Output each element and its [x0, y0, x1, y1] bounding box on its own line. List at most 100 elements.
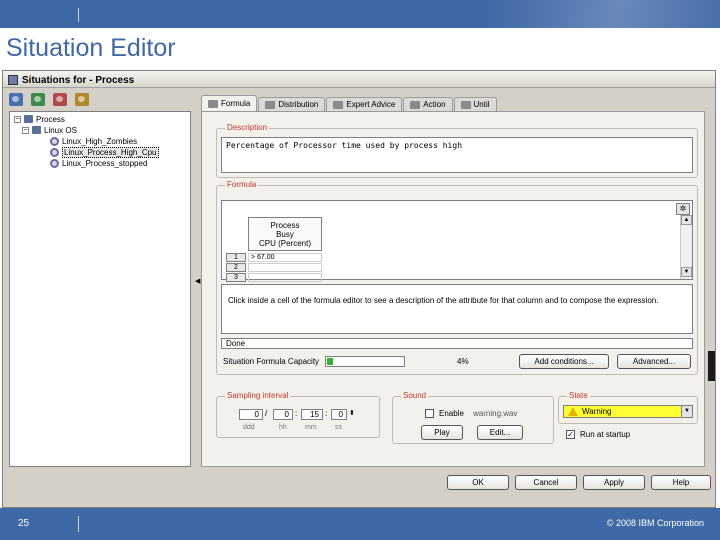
- tree-node-group[interactable]: − Linux OS: [22, 125, 77, 135]
- formula-cell[interactable]: > 67.00: [248, 253, 322, 262]
- sampling-minutes-input[interactable]: 15: [301, 409, 323, 420]
- advanced-button[interactable]: Advanced...: [617, 354, 691, 369]
- capacity-meter: [325, 356, 406, 367]
- tree-item-linux-process-high-cpu[interactable]: Linux_Process_High_Cpu: [50, 146, 159, 158]
- state-value: Warning: [582, 406, 612, 416]
- attribute-picker-icon[interactable]: ✲: [676, 203, 690, 215]
- group-label: Sound: [401, 391, 429, 400]
- apply-button[interactable]: Apply: [583, 475, 645, 490]
- run-at-startup-label: Run at startup: [580, 430, 631, 439]
- new-situation-icon[interactable]: [9, 93, 23, 106]
- separator: /: [265, 409, 268, 418]
- column-header[interactable]: Process Busy CPU (Percent): [248, 217, 322, 251]
- formula-icon: [208, 99, 218, 108]
- tab-until[interactable]: Until: [453, 97, 497, 111]
- header-swoosh: [490, 0, 720, 28]
- row-number[interactable]: 3: [226, 273, 246, 282]
- formula-cell[interactable]: [248, 273, 322, 282]
- run-at-startup-checkbox[interactable]: ✓: [566, 430, 575, 439]
- play-button[interactable]: Play: [421, 425, 463, 440]
- row-number[interactable]: 1: [226, 253, 246, 262]
- add-conditions-button[interactable]: Add conditions...: [519, 354, 609, 369]
- ok-button[interactable]: OK: [447, 475, 509, 490]
- sound-file-label: warning.wav: [473, 409, 518, 418]
- sound-enable-checkbox[interactable]: [425, 409, 434, 418]
- collapse-icon[interactable]: −: [22, 126, 29, 134]
- formula-cell[interactable]: [248, 263, 322, 272]
- footer-divider: [78, 516, 79, 532]
- app-icon: [8, 75, 18, 85]
- page-number: 25: [18, 518, 30, 529]
- sampling-interval-group: Sampling interval 0 / 0 : 15 : 0 ⬍ ddd h…: [216, 391, 380, 438]
- tab-label: Formula: [221, 99, 251, 108]
- tree-node-root[interactable]: − Process: [14, 114, 65, 124]
- create-another-icon[interactable]: [31, 93, 45, 106]
- situation-editor-window: Situations for - Process − Process − Lin…: [2, 70, 716, 508]
- expert-advice-icon: [333, 100, 344, 109]
- state-select[interactable]: Warning ▼: [563, 405, 693, 418]
- state-group: State Warning ▼: [558, 391, 698, 424]
- formula-editor[interactable]: ✲ Process Busy CPU (Percent) 1 > 67.00 2…: [221, 200, 693, 282]
- editor-tabs: Formula Distribution Expert Advice Actio…: [201, 95, 498, 111]
- help-button[interactable]: Help: [651, 475, 711, 490]
- situation-icon: [50, 136, 59, 146]
- tree-item-label: Linux_Process_High_Cpu: [62, 146, 159, 158]
- tab-action[interactable]: Action: [403, 97, 453, 111]
- scroll-down-icon[interactable]: ▼: [681, 267, 692, 277]
- column-header-line: Busy: [276, 230, 294, 239]
- window-title: Situations for - Process: [22, 74, 135, 86]
- sampling-seconds-input[interactable]: 0: [331, 409, 347, 420]
- tree-item-label: Linux_Process_stopped: [62, 158, 148, 168]
- distribution-icon: [265, 100, 276, 109]
- tree-item-linux-process-stopped[interactable]: Linux_Process_stopped: [50, 158, 147, 168]
- process-icon: [24, 115, 33, 123]
- delete-icon[interactable]: [53, 93, 67, 106]
- warning-icon: [568, 407, 578, 416]
- sound-enable-label: Enable: [439, 409, 464, 418]
- sampling-hours-input[interactable]: 0: [273, 409, 293, 420]
- slide-header-bar: [0, 0, 720, 28]
- right-edge-dark-block: [708, 351, 715, 381]
- os-icon: [32, 126, 41, 134]
- tab-distribution[interactable]: Distribution: [258, 97, 326, 111]
- sampling-days-input[interactable]: 0: [239, 409, 263, 420]
- description-input[interactable]: Percentage of Processor time used by pro…: [221, 137, 693, 173]
- column-header-line: Process: [270, 221, 300, 230]
- situation-icon: [50, 147, 59, 157]
- tab-expert-advice[interactable]: Expert Advice: [326, 97, 403, 111]
- collapse-icon[interactable]: −: [14, 115, 21, 123]
- toolbar: [9, 93, 89, 106]
- separator: :: [325, 409, 328, 418]
- group-label: Description: [225, 123, 270, 132]
- unit-label: ss: [335, 424, 342, 431]
- tab-label: Action: [423, 100, 446, 109]
- until-icon: [460, 100, 471, 109]
- chevron-down-icon[interactable]: ▼: [681, 406, 692, 417]
- slide-title: Situation Editor: [6, 34, 176, 62]
- capacity-row: Situation Formula Capacity 4%: [223, 356, 469, 367]
- tab-formula[interactable]: Formula: [201, 95, 258, 111]
- action-icon: [410, 100, 421, 109]
- splitter-arrow-icon[interactable]: ◀: [195, 277, 200, 285]
- unit-label: ddd: [243, 424, 255, 431]
- group-label: Formula: [225, 180, 259, 189]
- edit-icon[interactable]: [75, 93, 89, 106]
- separator: :: [295, 409, 298, 418]
- copyright: © 2008 IBM Corporation: [606, 518, 704, 528]
- formula-scrollbar[interactable]: ▲ ▼: [680, 215, 692, 279]
- unit-label: hh: [279, 424, 287, 431]
- tree-item-label: Linux_High_Zombies: [62, 136, 138, 146]
- scroll-up-icon[interactable]: ▲: [681, 215, 692, 225]
- situation-tree[interactable]: − Process − Linux OS Linux_High_Zombies …: [9, 111, 191, 467]
- tree-node-label: Linux OS: [44, 125, 77, 135]
- row-number[interactable]: 2: [226, 263, 246, 272]
- attribute-description: Click inside a cell of the formula edito…: [221, 284, 693, 334]
- tree-item-linux-high-zombies[interactable]: Linux_High_Zombies: [50, 136, 137, 146]
- spinner-arrows-icon[interactable]: ⬍: [349, 409, 355, 417]
- group-label: Sampling interval: [225, 391, 291, 400]
- tab-label: Distribution: [278, 100, 319, 109]
- right-edge-strip: [706, 111, 715, 467]
- edit-sound-button[interactable]: Edit...: [477, 425, 523, 440]
- formula-group: Formula ✲ Process Busy CPU (Percent) 1 >…: [216, 180, 698, 375]
- cancel-button[interactable]: Cancel: [515, 475, 577, 490]
